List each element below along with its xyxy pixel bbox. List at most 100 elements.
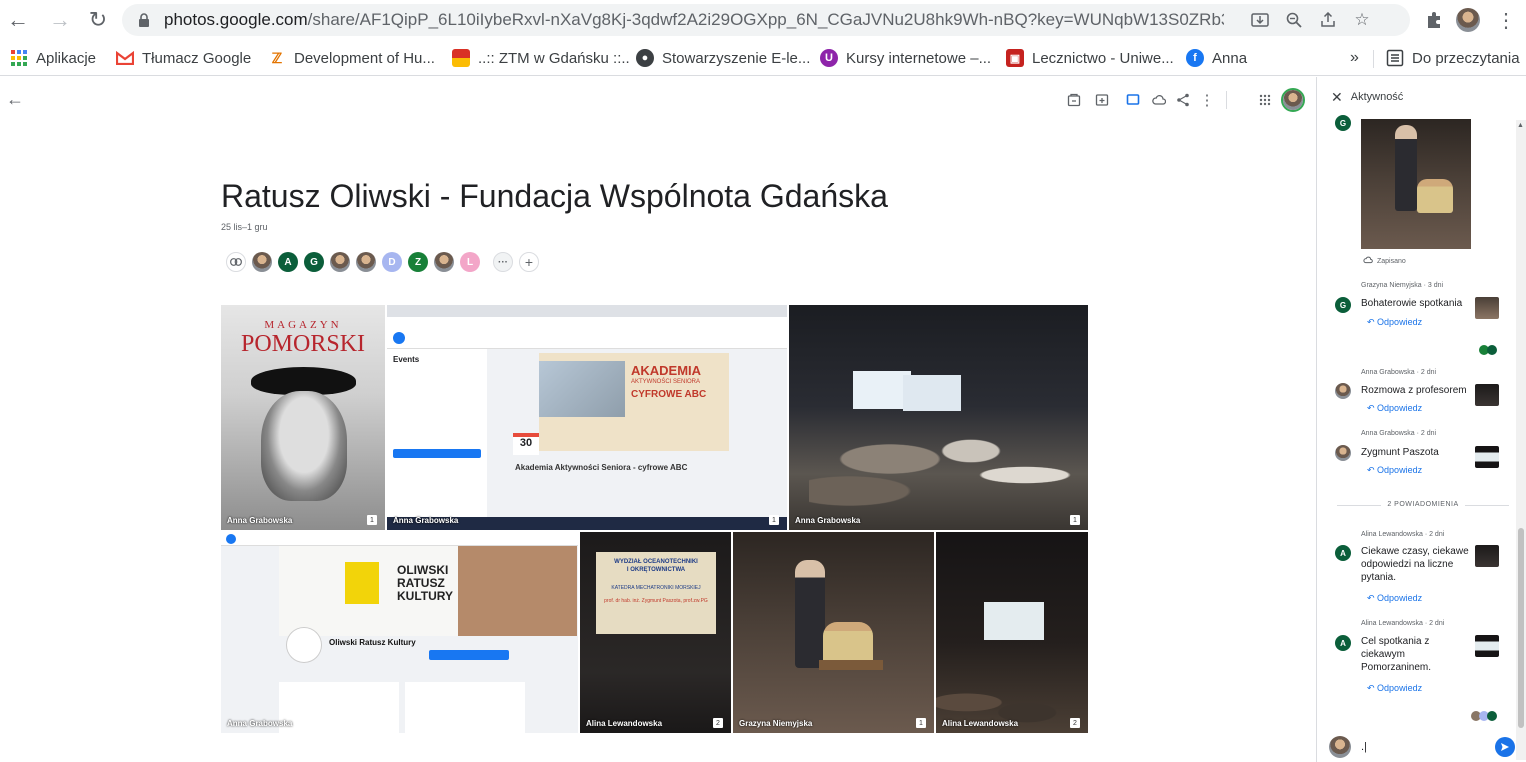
ztm-icon — [452, 49, 470, 67]
bookmark-ztm[interactable]: ..:: ZTM w Gdańsku ::.. — [452, 48, 630, 68]
bookmark-label: ..:: ZTM w Gdańsku ::.. — [478, 49, 630, 67]
slide-line: I OKRĘTOWNICTWA — [626, 567, 686, 573]
reply-link[interactable]: ↶ Odpowiedz — [1367, 465, 1422, 476]
slide-line: WYDZIAŁ OCEANOTECHNIKI — [614, 559, 698, 565]
reply-link[interactable]: ↶ Odpowiedz — [1367, 317, 1422, 328]
bookmark-kursy[interactable]: U Kursy internetowe –... — [820, 48, 991, 68]
lock-icon: ▣ — [1006, 49, 1024, 67]
back-arrow-icon[interactable]: ← — [4, 6, 32, 34]
forward-arrow-icon[interactable]: → — [46, 6, 74, 34]
screenshot-urlbar — [387, 317, 787, 327]
gmail-icon — [116, 49, 134, 67]
panel-scrollbar-thumb[interactable] — [1518, 528, 1524, 728]
scroll-up-arrow-icon[interactable]: ▲ — [1517, 122, 1524, 129]
activity-photo-preview[interactable] — [1361, 119, 1471, 249]
reaction-avatar — [1487, 711, 1497, 721]
bookmark-google-translate[interactable]: Tłumacz Google — [116, 48, 251, 68]
member-avatar[interactable]: L — [460, 252, 480, 272]
reply-link[interactable]: ↶ Odpowiedz — [1367, 683, 1422, 694]
close-icon[interactable]: ✕ — [1331, 89, 1343, 106]
install-icon[interactable] — [1250, 10, 1270, 30]
facebook-icon — [226, 534, 236, 544]
bookmark-stowarzyszenie[interactable]: ● Stowarzyszenie E-le... — [636, 48, 810, 68]
photo-audience-room[interactable]: Anna Grabowska 1 — [789, 305, 1088, 530]
add-to-album-icon[interactable] — [1063, 89, 1085, 111]
add-member-button[interactable]: + — [519, 252, 539, 272]
share-icon[interactable] — [1172, 89, 1194, 111]
commenter-avatar — [1335, 383, 1351, 399]
zoom-icon[interactable] — [1284, 10, 1304, 30]
browser-toolbar: ← → ↻ photos.google.com/share/AF1QipP_6L… — [0, 0, 1526, 40]
comment-photo-thumb[interactable] — [1475, 297, 1499, 319]
add-photos-icon[interactable] — [1091, 89, 1113, 111]
more-options-icon[interactable]: ⋮ — [1196, 89, 1218, 111]
photo-magazine-cover[interactable]: MAGAZYN POMORSKI Anna Grabowska 1 — [221, 305, 385, 530]
comment-text: Rozmowa z profesorem — [1361, 385, 1467, 396]
portrait-face — [261, 391, 347, 501]
comment-count-badge: 2 — [713, 718, 723, 728]
profile-avatar[interactable] — [1454, 6, 1482, 34]
comment-text: Bohaterowie spotkania — [1361, 298, 1463, 309]
page-avatar — [287, 628, 321, 662]
reading-list-button[interactable]: Do przeczytania — [1386, 48, 1520, 68]
album-dates: 25 lis–1 gru — [221, 222, 268, 232]
commenter-avatar: A — [1335, 545, 1351, 561]
reload-icon[interactable]: ↻ — [84, 6, 112, 34]
member-avatar[interactable]: D — [382, 252, 402, 272]
comment-photo-thumb[interactable] — [1475, 635, 1499, 657]
photo-author: Alina Lewandowska — [942, 719, 1019, 728]
member-avatar[interactable] — [356, 252, 376, 272]
comment-panel-icon[interactable] — [1122, 89, 1144, 111]
seated-speaker — [1417, 179, 1453, 213]
bookmark-apps[interactable]: Aplikacje — [10, 48, 96, 68]
comment-photo-thumb[interactable] — [1475, 446, 1499, 468]
more-members-button[interactable]: ··· — [493, 252, 513, 272]
member-avatar[interactable]: Z — [408, 252, 428, 272]
photo-author: Anna Grabowska — [227, 719, 293, 728]
comment-input[interactable]: .| — [1361, 741, 1501, 755]
photo-facebook-page-screenshot[interactable]: OLIWSKI RATUSZ KULTURY Oliwski Ratusz Ku… — [221, 532, 578, 733]
cloud-saved-icon[interactable] — [1148, 89, 1170, 111]
send-icon — [1501, 743, 1509, 751]
photo-author: Grazyna Niemyjska — [739, 719, 813, 728]
send-button[interactable] — [1495, 737, 1515, 757]
apps-grid-icon — [10, 49, 28, 67]
member-avatar[interactable]: G — [304, 252, 324, 272]
google-apps-icon[interactable] — [1254, 89, 1276, 111]
star-icon[interactable]: ☆ — [1352, 10, 1372, 30]
banner-title: AKADEMIA — [631, 363, 702, 378]
album-title: Ratusz Oliwski - Fundacja Wspólnota Gdań… — [221, 178, 888, 214]
account-avatar[interactable] — [1281, 88, 1305, 112]
banner-photo — [539, 361, 625, 417]
bookmark-lecznictwo[interactable]: ▣ Lecznictwo - Uniwe... — [1006, 48, 1174, 68]
photo-conference-hall[interactable]: Alina Lewandowska 2 — [936, 532, 1088, 733]
activity-title: Aktywność — [1350, 91, 1404, 103]
reply-link[interactable]: ↶ Odpowiedz — [1367, 403, 1422, 414]
bookmarks-overflow[interactable]: » — [1350, 48, 1359, 68]
back-arrow-icon[interactable]: ← — [6, 89, 24, 110]
photo-author: Alina Lewandowska — [586, 719, 663, 728]
member-avatar[interactable]: A — [278, 252, 298, 272]
photo-facebook-event-screenshot[interactable]: Events AKADEMIA AKTYWNOŚCI SENIORA CYFRO… — [387, 305, 787, 530]
member-avatar[interactable] — [434, 252, 454, 272]
member-avatar[interactable] — [252, 252, 272, 272]
cloud-saved-icon — [1363, 256, 1373, 266]
comment-photo-thumb[interactable] — [1475, 545, 1499, 567]
bookmark-anna[interactable]: f Anna — [1186, 48, 1247, 68]
bookmark-development[interactable]: ℤ Development of Hu... — [268, 48, 435, 68]
reply-link[interactable]: ↶ Odpowiedz — [1367, 593, 1422, 604]
photo-speakers-stage[interactable]: Grazyna Niemyjska 1 — [733, 532, 934, 733]
magazine-title: MAGAZYN — [264, 319, 342, 331]
divider-line — [1465, 505, 1509, 506]
link-icon[interactable] — [226, 252, 246, 272]
extensions-puzzle-icon[interactable] — [1420, 6, 1448, 34]
facebook-icon: f — [1186, 49, 1204, 67]
menu-kebab-icon[interactable]: ⋮ — [1492, 6, 1520, 34]
comment-photo-thumb[interactable] — [1475, 384, 1499, 406]
bookmarks-divider — [1373, 50, 1374, 68]
address-bar[interactable]: photos.google.com/share/AF1QipP_6L10iIyb… — [122, 4, 1410, 36]
member-avatar[interactable] — [330, 252, 350, 272]
commenter-avatar: A — [1335, 635, 1351, 651]
photo-presentation-slide[interactable]: WYDZIAŁ OCEANOTECHNIKI I OKRĘTOWNICTWA K… — [580, 532, 731, 733]
share-icon[interactable] — [1318, 10, 1338, 30]
